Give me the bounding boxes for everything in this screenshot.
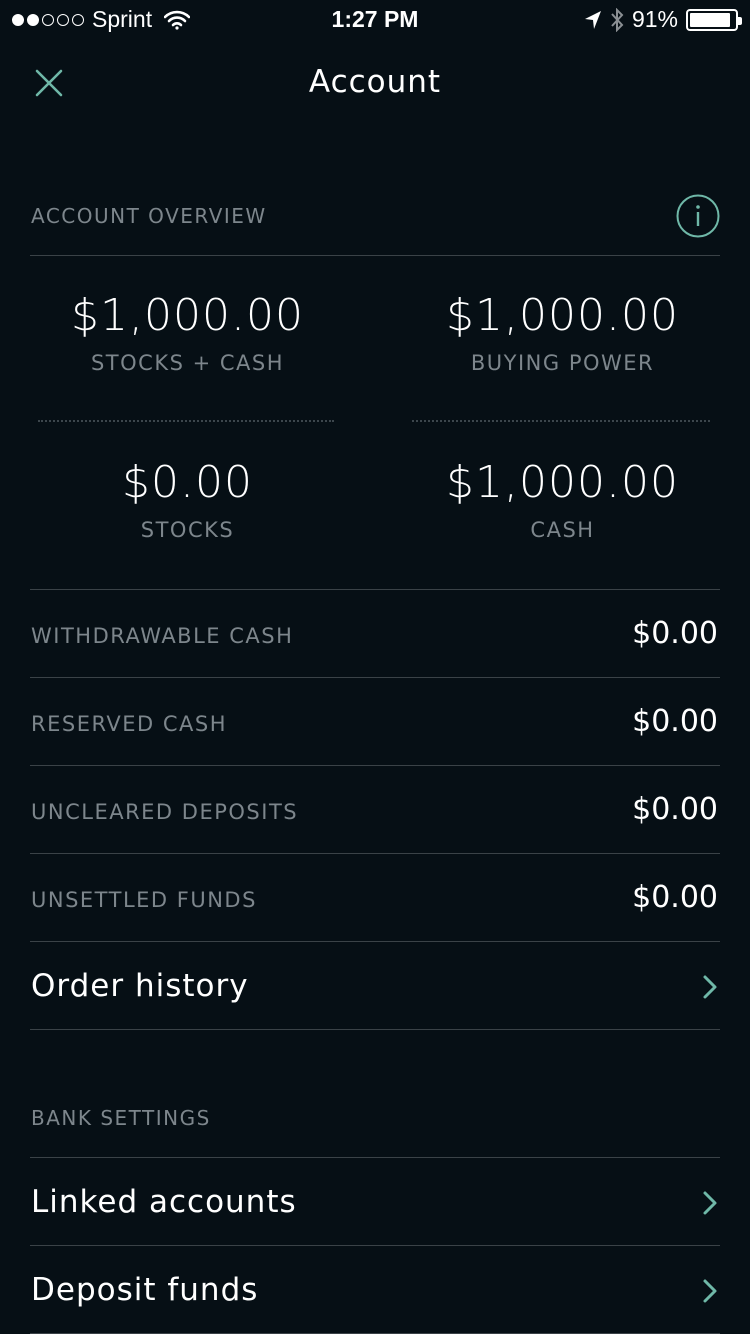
reserved-cash-row: RESERVED CASH $0.00: [30, 678, 720, 766]
account-overview-header: ACCOUNT OVERVIEW: [31, 204, 267, 228]
bank-settings-header: BANK SETTINGS: [31, 1106, 211, 1130]
battery-icon: [686, 8, 742, 31]
divider: [30, 255, 720, 256]
battery-percentage: 91%: [631, 6, 678, 32]
uncleared-deposits-row: UNCLEARED DEPOSITS $0.00: [30, 766, 720, 854]
row-value: $0.00: [632, 792, 718, 827]
nav-bar: Account: [0, 50, 750, 120]
page-title: Account: [308, 64, 442, 100]
chevron-right-icon: [703, 975, 717, 999]
deposit-funds-row[interactable]: Deposit funds: [30, 1246, 720, 1334]
metric-value: $1,000.00: [446, 457, 679, 508]
metric-stocks: $0.00 STOCKS: [0, 457, 375, 542]
chevron-right-icon: [703, 1279, 717, 1303]
metric-cash: $1,000.00 CASH: [375, 457, 750, 542]
withdrawable-cash-row: WITHDRAWABLE CASH $0.00: [30, 590, 720, 678]
metric-stocks-plus-cash: $1,000.00 STOCKS + CASH: [0, 290, 375, 375]
row-value: $0.00: [632, 616, 718, 651]
metric-label: STOCKS: [140, 518, 235, 542]
metric-value: $1,000.00: [71, 290, 304, 341]
dotted-divider: [412, 420, 710, 422]
row-label: WITHDRAWABLE CASH: [31, 624, 294, 648]
status-bar: Sprint 1:27 PM 91%: [0, 0, 750, 40]
linked-accounts-label: Linked accounts: [31, 1184, 297, 1220]
row-label: UNSETTLED FUNDS: [31, 888, 257, 912]
deposit-funds-label: Deposit funds: [31, 1272, 259, 1308]
divider: [30, 1029, 720, 1030]
linked-accounts-row[interactable]: Linked accounts: [30, 1158, 720, 1246]
metric-buying-power: $1,000.00 BUYING POWER: [375, 290, 750, 375]
order-history-row[interactable]: Order history: [30, 942, 720, 1030]
metric-label: STOCKS + CASH: [90, 351, 285, 375]
row-value: $0.00: [632, 704, 718, 739]
row-label: UNCLEARED DEPOSITS: [31, 800, 299, 824]
battery-tip: [738, 16, 742, 25]
row-label: RESERVED CASH: [31, 712, 228, 736]
dotted-divider: [38, 420, 334, 422]
status-right: 91%: [584, 6, 742, 33]
battery-fill: [690, 12, 730, 27]
chevron-right-icon: [703, 1191, 717, 1215]
metric-value: $1,000.00: [446, 290, 679, 341]
metric-label: BUYING POWER: [470, 351, 655, 375]
metric-value: $0.00: [122, 457, 253, 508]
metric-label: CASH: [530, 518, 595, 542]
unsettled-funds-row: UNSETTLED FUNDS $0.00: [30, 854, 720, 942]
location-arrow-icon: [584, 10, 601, 29]
info-icon[interactable]: [676, 194, 720, 238]
order-history-label: Order history: [31, 968, 249, 1004]
bluetooth-icon: [611, 7, 624, 32]
account-screen: Sprint 1:27 PM 91% Account ACCOUNT OVERV…: [0, 0, 750, 1334]
row-value: $0.00: [632, 880, 718, 915]
